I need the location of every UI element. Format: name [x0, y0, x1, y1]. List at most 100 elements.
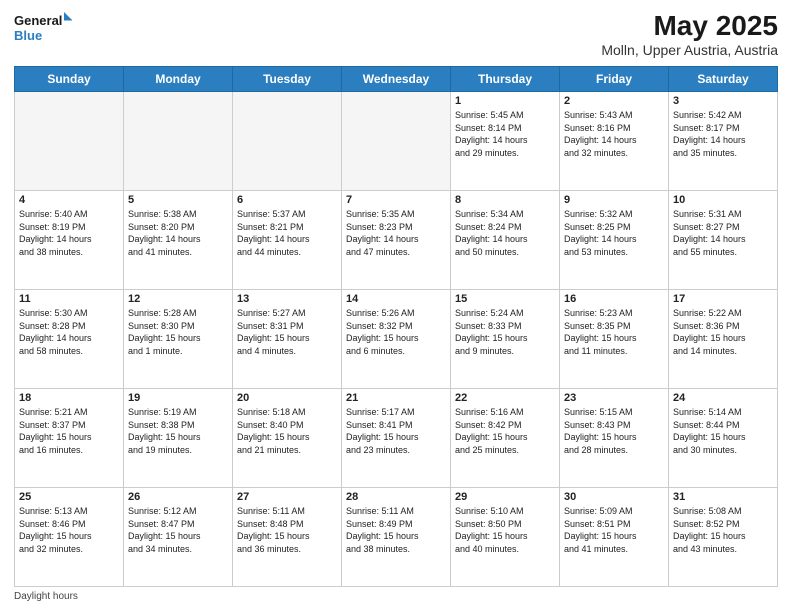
weekday-header-cell: Friday	[560, 67, 669, 92]
weekday-header-cell: Sunday	[15, 67, 124, 92]
day-info: Sunrise: 5:09 AM Sunset: 8:51 PM Dayligh…	[564, 505, 664, 555]
day-info: Sunrise: 5:38 AM Sunset: 8:20 PM Dayligh…	[128, 208, 228, 258]
day-info: Sunrise: 5:18 AM Sunset: 8:40 PM Dayligh…	[237, 406, 337, 456]
day-info: Sunrise: 5:26 AM Sunset: 8:32 PM Dayligh…	[346, 307, 446, 357]
calendar-cell	[15, 92, 124, 191]
day-number: 19	[128, 392, 228, 404]
calendar-cell: 3 Sunrise: 5:42 AM Sunset: 8:17 PM Daylig…	[669, 92, 778, 191]
calendar-cell: 28 Sunrise: 5:11 AM Sunset: 8:49 PM Dayli…	[342, 488, 451, 587]
calendar-cell: 9 Sunrise: 5:32 AM Sunset: 8:25 PM Daylig…	[560, 191, 669, 290]
day-number: 12	[128, 293, 228, 305]
day-info: Sunrise: 5:12 AM Sunset: 8:47 PM Dayligh…	[128, 505, 228, 555]
day-info: Sunrise: 5:11 AM Sunset: 8:49 PM Dayligh…	[346, 505, 446, 555]
calendar-cell: 6Sunrise: 5:37 AM Sunset: 8:21 PM Daylig…	[233, 191, 342, 290]
weekday-header: SundayMondayTuesdayWednesdayThursdayFrid…	[15, 67, 778, 92]
day-number: 3	[673, 95, 773, 107]
day-number: 28	[346, 491, 446, 503]
page: General Blue May 2025 Molln, Upper Austr…	[0, 0, 792, 612]
weekday-header-cell: Thursday	[451, 67, 560, 92]
day-number: 24	[673, 392, 773, 404]
day-info: Sunrise: 5:13 AM Sunset: 8:46 PM Dayligh…	[19, 505, 119, 555]
calendar-cell: 1 Sunrise: 5:45 AM Sunset: 8:14 PM Daylig…	[451, 92, 560, 191]
month-title: May 2025	[601, 10, 778, 42]
day-number: 16	[564, 293, 664, 305]
calendar-cell: 17 Sunrise: 5:22 AM Sunset: 8:36 PM Dayli…	[669, 290, 778, 389]
day-info: Sunrise: 5:35 AM Sunset: 8:23 PM Dayligh…	[346, 208, 446, 258]
day-number: 1	[455, 95, 555, 107]
day-number: 11	[19, 293, 119, 305]
day-number: 23	[564, 392, 664, 404]
day-number: 27	[237, 491, 337, 503]
calendar-body: 1 Sunrise: 5:45 AM Sunset: 8:14 PM Daylig…	[15, 92, 778, 587]
calendar-week: 1 Sunrise: 5:45 AM Sunset: 8:14 PM Daylig…	[15, 92, 778, 191]
calendar-week: 18 Sunrise: 5:21 AM Sunset: 8:37 PM Dayli…	[15, 389, 778, 488]
day-info: Sunrise: 5:28 AM Sunset: 8:30 PM Dayligh…	[128, 307, 228, 357]
day-info: Sunrise: 5:32 AM Sunset: 8:25 PM Dayligh…	[564, 208, 664, 258]
calendar-cell: 25Sunrise: 5:13 AM Sunset: 8:46 PM Dayli…	[15, 488, 124, 587]
day-info: Sunrise: 5:45 AM Sunset: 8:14 PM Dayligh…	[455, 109, 555, 159]
day-number: 17	[673, 293, 773, 305]
weekday-header-cell: Saturday	[669, 67, 778, 92]
calendar-cell: 21 Sunrise: 5:17 AM Sunset: 8:41 PM Dayli…	[342, 389, 451, 488]
calendar-cell: 19Sunrise: 5:19 AM Sunset: 8:38 PM Dayli…	[124, 389, 233, 488]
calendar-cell	[342, 92, 451, 191]
calendar-week: 25Sunrise: 5:13 AM Sunset: 8:46 PM Dayli…	[15, 488, 778, 587]
day-info: Sunrise: 5:08 AM Sunset: 8:52 PM Dayligh…	[673, 505, 773, 555]
logo-svg: General Blue	[14, 10, 74, 46]
day-info: Sunrise: 5:42 AM Sunset: 8:17 PM Dayligh…	[673, 109, 773, 159]
day-number: 14	[346, 293, 446, 305]
day-info: Sunrise: 5:27 AM Sunset: 8:31 PM Dayligh…	[237, 307, 337, 357]
day-info: Sunrise: 5:11 AM Sunset: 8:48 PM Dayligh…	[237, 505, 337, 555]
footer-note: Daylight hours	[14, 591, 778, 602]
day-number: 5	[128, 194, 228, 206]
calendar-cell	[233, 92, 342, 191]
calendar-cell: 20 Sunrise: 5:18 AM Sunset: 8:40 PM Dayli…	[233, 389, 342, 488]
weekday-header-cell: Wednesday	[342, 67, 451, 92]
calendar-table: SundayMondayTuesdayWednesdayThursdayFrid…	[14, 66, 778, 587]
day-number: 30	[564, 491, 664, 503]
calendar-cell: 13 Sunrise: 5:27 AM Sunset: 8:31 PM Dayli…	[233, 290, 342, 389]
day-number: 18	[19, 392, 119, 404]
svg-text:General: General	[14, 13, 62, 28]
calendar-cell: 15Sunrise: 5:24 AM Sunset: 8:33 PM Dayli…	[451, 290, 560, 389]
calendar-cell: 11Sunrise: 5:30 AM Sunset: 8:28 PM Dayli…	[15, 290, 124, 389]
calendar-cell: 16 Sunrise: 5:23 AM Sunset: 8:35 PM Dayli…	[560, 290, 669, 389]
day-number: 9	[564, 194, 664, 206]
day-info: Sunrise: 5:22 AM Sunset: 8:36 PM Dayligh…	[673, 307, 773, 357]
day-number: 13	[237, 293, 337, 305]
calendar-cell: 4 Sunrise: 5:40 AM Sunset: 8:19 PM Daylig…	[15, 191, 124, 290]
calendar-cell: 27 Sunrise: 5:11 AM Sunset: 8:48 PM Dayli…	[233, 488, 342, 587]
day-number: 10	[673, 194, 773, 206]
day-number: 20	[237, 392, 337, 404]
day-info: Sunrise: 5:21 AM Sunset: 8:37 PM Dayligh…	[19, 406, 119, 456]
calendar-cell: 22Sunrise: 5:16 AM Sunset: 8:42 PM Dayli…	[451, 389, 560, 488]
logo: General Blue	[14, 10, 74, 46]
day-info: Sunrise: 5:40 AM Sunset: 8:19 PM Dayligh…	[19, 208, 119, 258]
calendar-cell: 23 Sunrise: 5:15 AM Sunset: 8:43 PM Dayli…	[560, 389, 669, 488]
svg-text:Blue: Blue	[14, 28, 42, 43]
calendar-cell: 5 Sunrise: 5:38 AM Sunset: 8:20 PM Daylig…	[124, 191, 233, 290]
calendar-cell: 30 Sunrise: 5:09 AM Sunset: 8:51 PM Dayli…	[560, 488, 669, 587]
title-block: May 2025 Molln, Upper Austria, Austria	[601, 10, 778, 58]
day-info: Sunrise: 5:23 AM Sunset: 8:35 PM Dayligh…	[564, 307, 664, 357]
location-title: Molln, Upper Austria, Austria	[601, 42, 778, 58]
calendar-cell: 14 Sunrise: 5:26 AM Sunset: 8:32 PM Dayli…	[342, 290, 451, 389]
day-info: Sunrise: 5:31 AM Sunset: 8:27 PM Dayligh…	[673, 208, 773, 258]
day-number: 8	[455, 194, 555, 206]
day-number: 2	[564, 95, 664, 107]
day-info: Sunrise: 5:17 AM Sunset: 8:41 PM Dayligh…	[346, 406, 446, 456]
calendar-cell: 12 Sunrise: 5:28 AM Sunset: 8:30 PM Dayli…	[124, 290, 233, 389]
calendar-cell	[124, 92, 233, 191]
day-number: 4	[19, 194, 119, 206]
calendar-cell: 10 Sunrise: 5:31 AM Sunset: 8:27 PM Dayli…	[669, 191, 778, 290]
calendar-cell: 8Sunrise: 5:34 AM Sunset: 8:24 PM Daylig…	[451, 191, 560, 290]
calendar-cell: 31Sunrise: 5:08 AM Sunset: 8:52 PM Dayli…	[669, 488, 778, 587]
day-number: 21	[346, 392, 446, 404]
day-info: Sunrise: 5:43 AM Sunset: 8:16 PM Dayligh…	[564, 109, 664, 159]
calendar-week: 11Sunrise: 5:30 AM Sunset: 8:28 PM Dayli…	[15, 290, 778, 389]
day-info: Sunrise: 5:16 AM Sunset: 8:42 PM Dayligh…	[455, 406, 555, 456]
day-info: Sunrise: 5:15 AM Sunset: 8:43 PM Dayligh…	[564, 406, 664, 456]
calendar-cell: 2 Sunrise: 5:43 AM Sunset: 8:16 PM Daylig…	[560, 92, 669, 191]
day-number: 26	[128, 491, 228, 503]
calendar-cell: 26 Sunrise: 5:12 AM Sunset: 8:47 PM Dayli…	[124, 488, 233, 587]
